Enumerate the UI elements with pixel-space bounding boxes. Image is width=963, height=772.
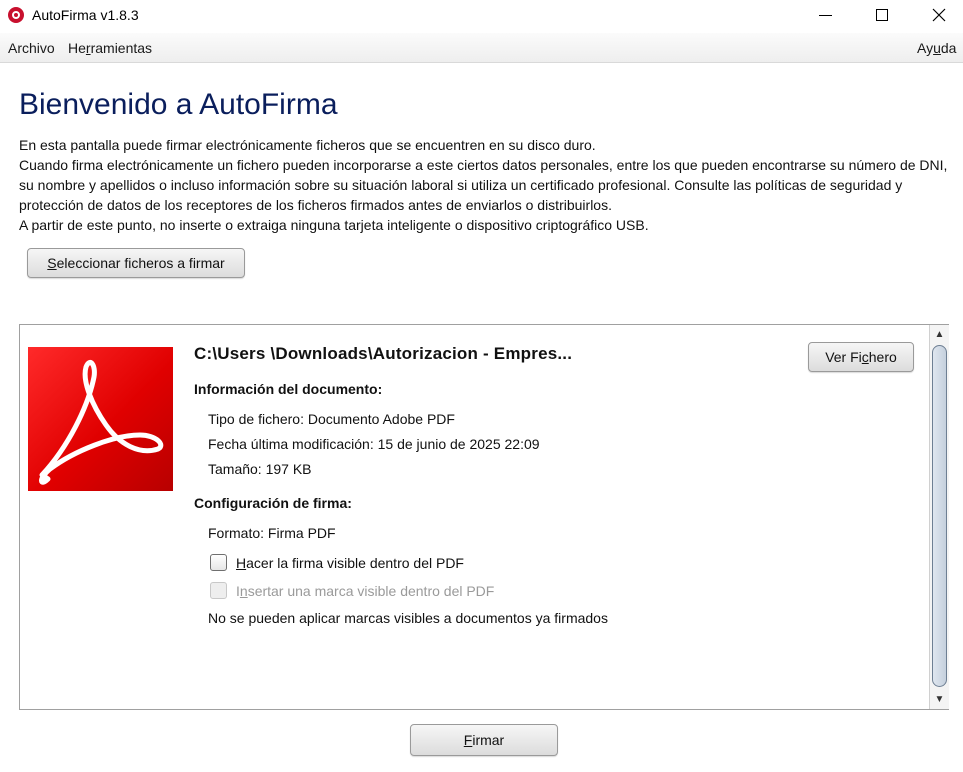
file-size: Tamaño: 197 KB [208, 461, 312, 477]
description-text: En esta pantalla puede firmar electrónic… [19, 135, 949, 235]
visible-mark-checkbox [210, 582, 227, 599]
minimize-button[interactable] [795, 0, 855, 30]
file-type: Tipo de fichero: Documento Adobe PDF [208, 411, 455, 427]
visible-mark-label: Insertar una marca visible dentro del PD… [236, 582, 495, 599]
pdf-icon [28, 347, 173, 491]
visible-signature-checkbox[interactable] [210, 554, 227, 571]
scroll-down-icon[interactable]: ▼ [930, 690, 949, 708]
last-modified: Fecha última modificación: 15 de junio d… [208, 436, 540, 452]
description-line-1: En esta pantalla puede firmar electrónic… [19, 137, 596, 153]
menu-archivo[interactable]: Archivo [8, 40, 55, 56]
title-bar: AutoFirma v1.8.3 [0, 0, 963, 32]
menu-ayuda[interactable]: Ayuda [917, 40, 956, 56]
view-file-button[interactable]: Ver Fi c hero [808, 342, 914, 372]
visible-signature-label[interactable]: Hacer la firma visible dentro del PDF [236, 555, 464, 571]
close-icon [932, 8, 946, 22]
visible-marks-note: No se pueden aplicar marcas visibles a d… [208, 610, 608, 626]
maximize-button[interactable] [852, 0, 912, 30]
page-title: Bienvenido a AutoFirma [19, 88, 338, 121]
signature-config-heading: Configuración de firma: [194, 495, 352, 511]
description-paragraph-2: Cuando firma electrónicamente un fichero… [19, 157, 948, 213]
select-files-button[interactable]: Seleccionar ficheros a firmar [27, 248, 245, 278]
scrollbar-thumb[interactable] [932, 345, 947, 687]
autofirma-app-icon [8, 7, 24, 23]
file-details-panel: C:\Users \Downloads\Autorizacion - Empre… [19, 324, 949, 710]
close-button[interactable] [909, 0, 963, 30]
signature-format: Formato: Firma PDF [208, 525, 336, 541]
document-info-heading: Información del documento: [194, 381, 383, 397]
menu-bar: Archivo Herramientas Ayuda [0, 33, 963, 63]
description-line-3: A partir de este punto, no inserte o ext… [19, 217, 649, 233]
file-path: C:\Users \Downloads\Autorizacion - Empre… [194, 344, 573, 363]
window-title: AutoFirma v1.8.3 [32, 7, 139, 23]
visible-mark-option: Insertar una marca visible dentro del PD… [210, 582, 494, 599]
menu-herramientas[interactable]: Herramientas [68, 40, 152, 56]
sign-button[interactable]: Firmar [410, 724, 558, 756]
vertical-scrollbar[interactable]: ▲ ▼ [929, 325, 949, 709]
minimize-icon [818, 14, 832, 16]
scroll-up-icon[interactable]: ▲ [930, 325, 949, 343]
visible-signature-option[interactable]: Hacer la firma visible dentro del PDF [210, 554, 464, 571]
maximize-icon [876, 9, 888, 21]
